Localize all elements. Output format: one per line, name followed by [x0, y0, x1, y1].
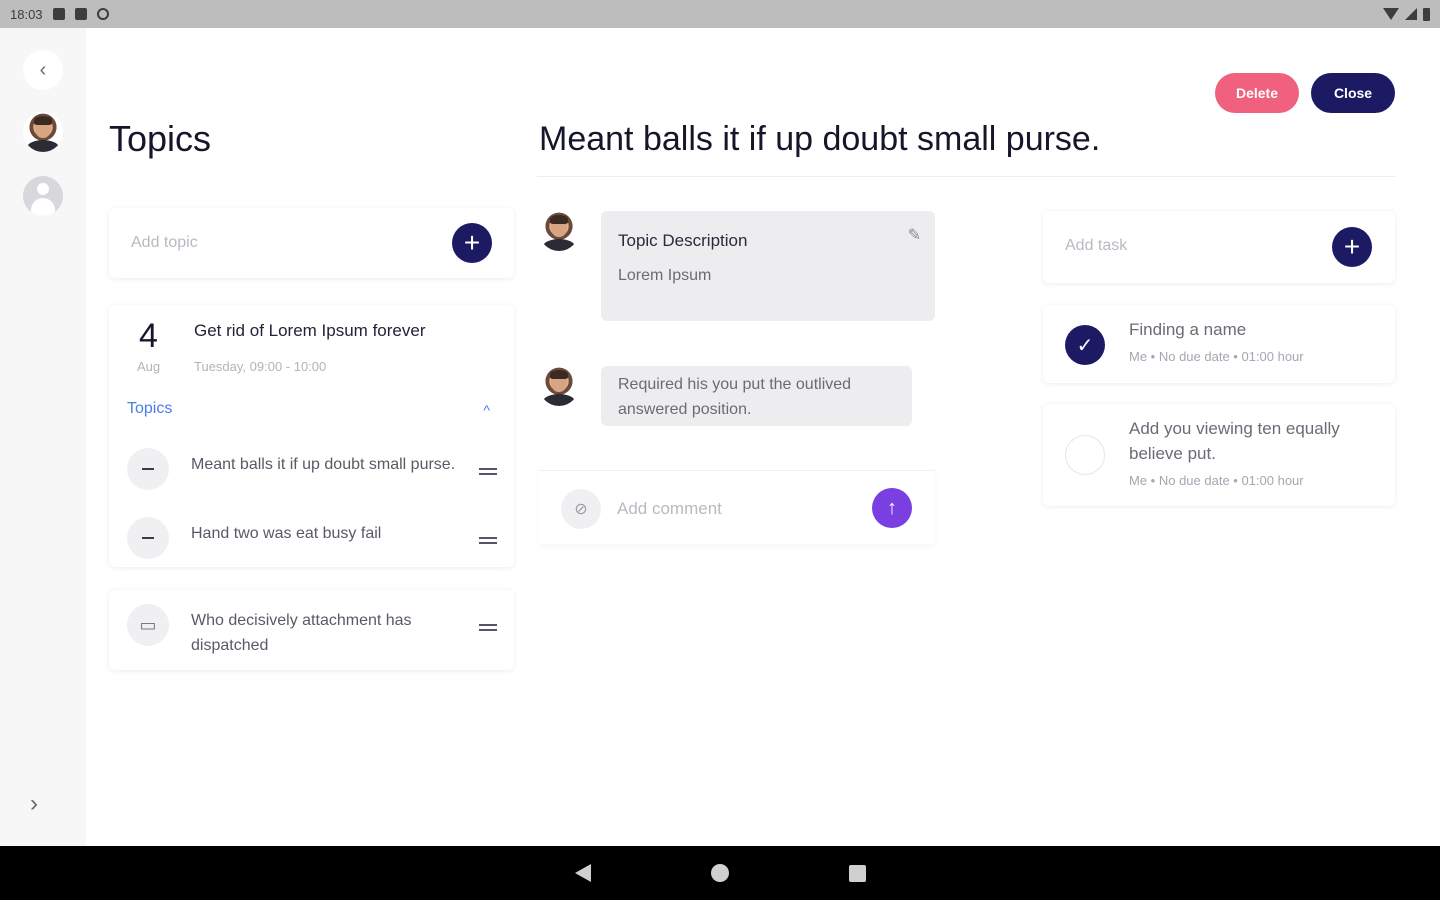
system-nav-bar: [0, 846, 1440, 900]
back-button[interactable]: ‹: [23, 50, 63, 90]
task-item[interactable]: ✓ Finding a name Me • No due date • 01:0…: [1043, 305, 1395, 383]
sync-icon: [96, 8, 109, 20]
comment-composer: ⊘ ↑: [539, 470, 935, 544]
current-user-avatar[interactable]: [23, 112, 63, 152]
expand-rail-button[interactable]: ›: [30, 790, 38, 818]
delete-button[interactable]: Delete: [1215, 73, 1299, 113]
wifi-icon: [1383, 8, 1399, 20]
topics-toggle[interactable]: Topics: [127, 400, 172, 418]
task-title: Finding a name: [1129, 320, 1247, 339]
arrow-up-icon: ↑: [887, 496, 897, 519]
status-bar: 18:03: [0, 0, 1440, 28]
topic-item-text: Hand two was eat busy fail: [191, 525, 382, 542]
pencil-icon[interactable]: ✎: [908, 225, 921, 245]
paperclip-icon: ⊘: [574, 501, 588, 518]
user-placeholder-icon[interactable]: [23, 176, 63, 216]
sd-card-icon: [74, 8, 87, 20]
meeting-time: Tuesday, 09:00 - 10:00: [194, 359, 327, 374]
avatar: [539, 211, 579, 251]
chevron-right-icon: ›: [30, 790, 38, 817]
meeting-card[interactable]: 4 Aug Get rid of Lorem Ipsum forever Tue…: [109, 305, 514, 567]
folder-icon[interactable]: ▭: [127, 604, 169, 646]
task-checkbox[interactable]: [1065, 435, 1105, 475]
check-icon: ✓: [1076, 334, 1094, 357]
task-meta: Me • No due date • 01:00 hour: [1129, 349, 1304, 364]
plus-icon: +: [463, 227, 481, 258]
minus-icon: [142, 537, 154, 539]
topic-item[interactable]: Hand two was eat busy fail: [127, 517, 497, 559]
drag-handle-icon[interactable]: [479, 517, 497, 547]
topics-title: Topics: [109, 118, 212, 159]
plus-icon: +: [1343, 231, 1361, 262]
page-title: Meant balls it if up doubt small purse.: [539, 120, 1101, 158]
add-task-input[interactable]: [1065, 233, 1365, 259]
comment-bubble: Required his you put the outlived answer…: [601, 366, 912, 426]
avatar: [539, 366, 579, 406]
task-title: Add you viewing ten equally believe put.: [1129, 419, 1340, 463]
nav-recents-icon[interactable]: [848, 864, 866, 882]
description-title: Topic Description: [618, 231, 748, 250]
chevron-up-icon[interactable]: ^: [483, 402, 490, 418]
chevron-left-icon: ‹: [39, 58, 47, 81]
topic-description: Topic Description Lorem Ipsum ✎: [601, 211, 935, 321]
close-button[interactable]: Close: [1311, 73, 1395, 113]
remove-topic-button[interactable]: [127, 448, 169, 490]
meeting-month: Aug: [137, 359, 161, 374]
task-meta: Me • No due date • 01:00 hour: [1129, 473, 1304, 488]
attach-button[interactable]: ⊘: [561, 489, 601, 529]
topic-item[interactable]: ▭ Who decisively attachment has dispatch…: [127, 604, 497, 658]
add-task-card: +: [1043, 211, 1395, 283]
meeting-title: Get rid of Lorem Ipsum forever: [194, 321, 426, 340]
status-time: 18:03: [10, 6, 43, 22]
topic-item-text: Who decisively attachment has dispatched: [191, 612, 412, 654]
notification-icon: [52, 8, 65, 20]
add-task-button[interactable]: +: [1332, 227, 1372, 267]
add-topic-button[interactable]: +: [452, 223, 492, 263]
minus-icon: [142, 468, 154, 470]
remove-topic-button[interactable]: [127, 517, 169, 559]
task-item[interactable]: Add you viewing ten equally believe put.…: [1043, 404, 1395, 506]
nav-back-icon[interactable]: [574, 864, 591, 882]
send-button[interactable]: ↑: [872, 488, 912, 528]
add-topic-input[interactable]: [131, 230, 431, 256]
topic-item[interactable]: Meant balls it if up doubt small purse.: [127, 448, 497, 490]
signal-icon: [1405, 8, 1417, 20]
drag-handle-icon[interactable]: [479, 604, 497, 634]
nav-home-icon[interactable]: [710, 864, 729, 882]
task-checkbox-checked[interactable]: ✓: [1065, 325, 1105, 365]
battery-icon: [1423, 7, 1430, 21]
topic-item-text: Meant balls it if up doubt small purse.: [191, 456, 456, 473]
comment-input[interactable]: [617, 496, 857, 522]
drag-handle-icon[interactable]: [479, 448, 497, 478]
divider: [537, 176, 1395, 177]
add-topic-card: +: [109, 208, 514, 278]
description-body: Lorem Ipsum: [618, 267, 712, 284]
topic-note-card[interactable]: ▭ Who decisively attachment has dispatch…: [109, 590, 514, 670]
side-rail: ‹ ›: [0, 28, 86, 846]
meeting-day: 4: [139, 317, 158, 355]
